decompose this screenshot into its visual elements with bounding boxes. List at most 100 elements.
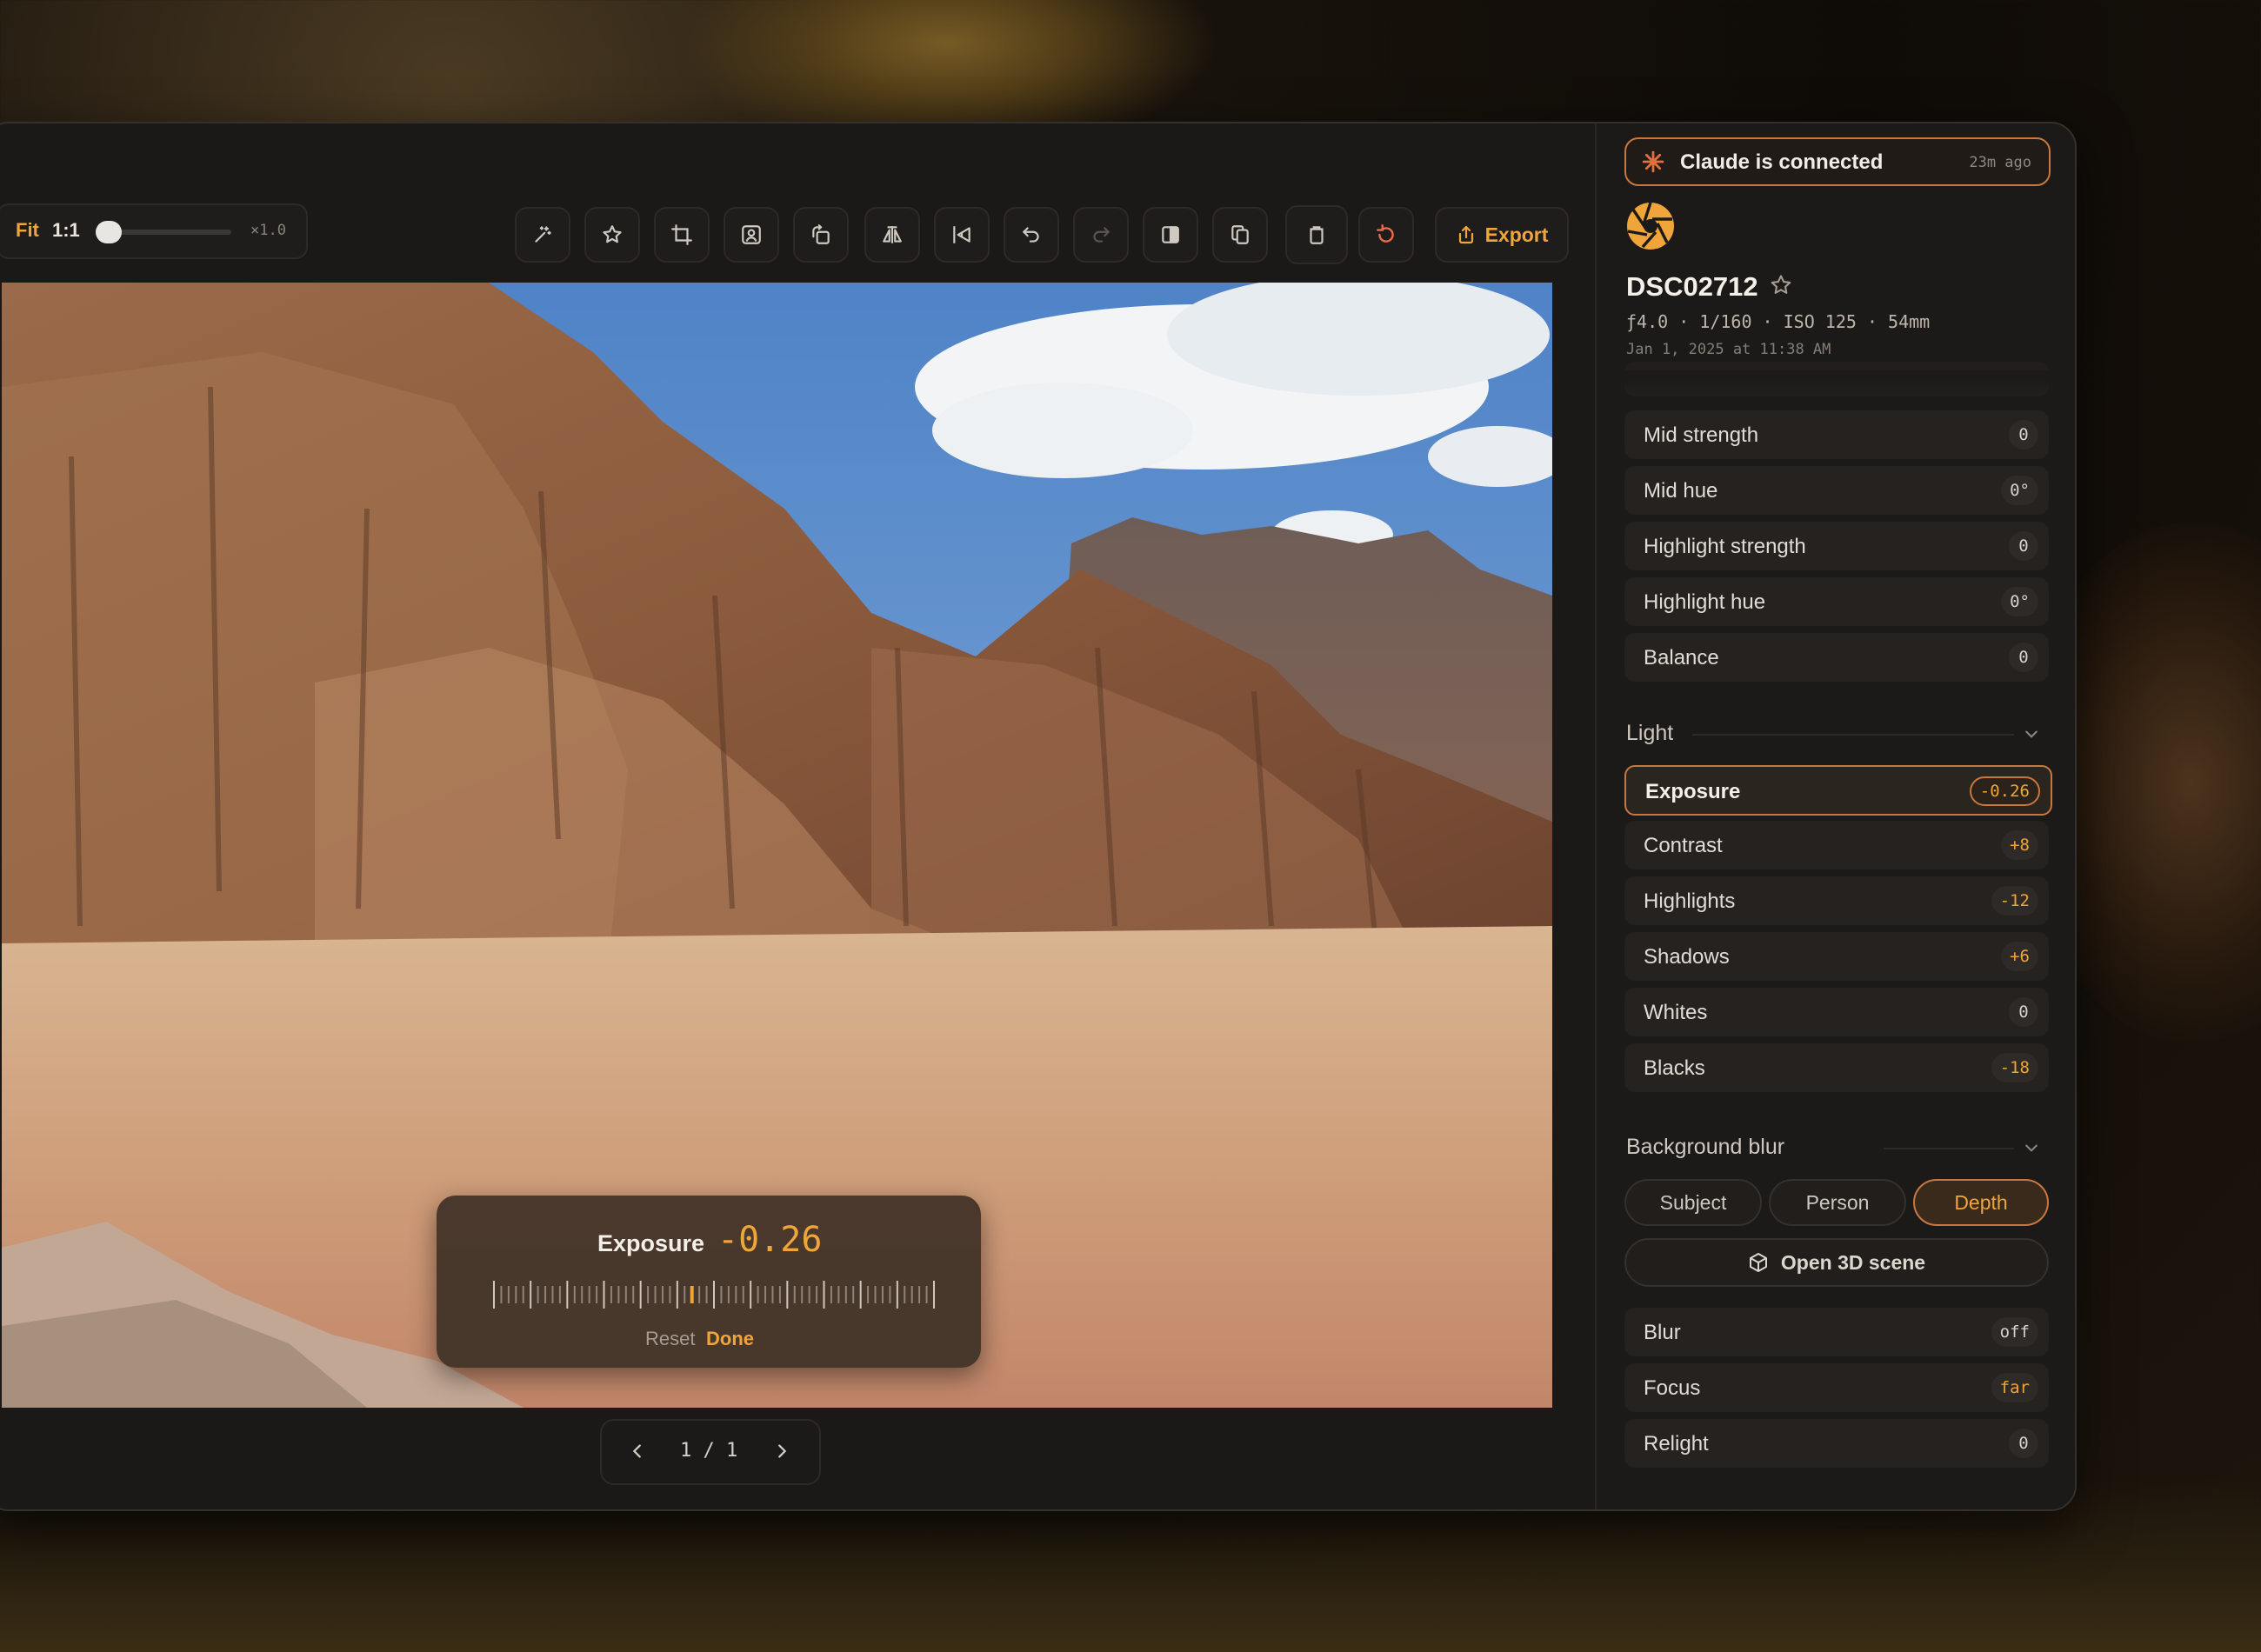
compare-button[interactable] bbox=[1143, 207, 1198, 263]
section-divider bbox=[1692, 734, 2014, 736]
magic-wand-icon bbox=[535, 226, 551, 243]
adjust-row-relight[interactable]: Relight 0 bbox=[1624, 1419, 2049, 1468]
section-title-background-blur[interactable]: Background blur bbox=[1626, 1135, 1784, 1160]
adjust-label: Highlight strength bbox=[1644, 535, 1806, 558]
next-image-button[interactable] bbox=[767, 1436, 797, 1466]
blur-mode-depth[interactable]: Depth bbox=[1913, 1179, 2049, 1226]
adjust-value[interactable]: -12 bbox=[1991, 886, 2038, 916]
flip-vertical-icon bbox=[953, 226, 970, 243]
adjust-label: Blacks bbox=[1644, 1056, 1705, 1080]
section-title-light[interactable]: Light bbox=[1626, 721, 1673, 746]
cube-icon bbox=[1749, 1253, 1767, 1272]
undo-button[interactable] bbox=[1004, 207, 1059, 263]
open-3d-scene-button[interactable]: Open 3D scene bbox=[1624, 1238, 2049, 1287]
adjust-label: Blur bbox=[1644, 1321, 1681, 1344]
reset-icon bbox=[1377, 223, 1394, 243]
flip-vertical-button[interactable] bbox=[934, 207, 990, 263]
page-indicator: 1 / 1 bbox=[680, 1440, 738, 1462]
exposure-done-button[interactable]: Done bbox=[706, 1328, 754, 1350]
adjust-row-mid-strength[interactable]: Mid strength 0 bbox=[1624, 410, 2049, 459]
exposure-scrub-ruler[interactable] bbox=[492, 1279, 936, 1310]
adjust-label: Balance bbox=[1644, 646, 1719, 669]
adjust-row-highlights[interactable]: Highlights -12 bbox=[1624, 876, 2049, 925]
adjust-value[interactable]: 0° bbox=[2001, 476, 2038, 505]
adjust-row-mid-hue[interactable]: Mid hue 0° bbox=[1624, 466, 2049, 515]
exposure-adjust-popup: Exposure -0.26 Reset Done bbox=[437, 1196, 981, 1368]
rotate-icon bbox=[812, 224, 830, 244]
exposure-reset-button[interactable]: Reset bbox=[645, 1328, 695, 1350]
previous-image-button[interactable] bbox=[623, 1436, 652, 1466]
blur-mode-subject[interactable]: Subject bbox=[1624, 1179, 1762, 1226]
claude-spark-icon bbox=[1642, 150, 1664, 173]
favorite-button[interactable] bbox=[584, 207, 640, 263]
adjust-label: Highlights bbox=[1644, 889, 1736, 913]
adjust-row-highlight-hue[interactable]: Highlight hue 0° bbox=[1624, 577, 2049, 626]
exposure-popup-label: Exposure bbox=[597, 1230, 705, 1256]
adjust-label: Highlight hue bbox=[1644, 590, 1766, 614]
flip-horizontal-button[interactable] bbox=[864, 207, 920, 263]
adjust-row-balance[interactable]: Balance 0 bbox=[1624, 633, 2049, 682]
adjust-label: Focus bbox=[1644, 1376, 1701, 1400]
adjust-row-contrast[interactable]: Contrast +8 bbox=[1624, 821, 2049, 869]
aperture-logo-icon bbox=[1627, 202, 1674, 250]
blur-mode-person[interactable]: Person bbox=[1769, 1179, 1906, 1226]
adjust-value[interactable]: 0° bbox=[2001, 587, 2038, 616]
adjust-value[interactable]: off bbox=[1991, 1317, 2038, 1347]
redo-icon bbox=[1093, 227, 1110, 243]
crop-icon bbox=[671, 224, 692, 245]
exif-summary: ƒ4.0 · 1/160 · ISO 125 · 54mm bbox=[1626, 311, 1931, 332]
adjust-row-blacks[interactable]: Blacks -18 bbox=[1624, 1043, 2049, 1092]
zoom-1to1-button[interactable]: 1:1 bbox=[52, 219, 80, 242]
delete-button[interactable] bbox=[1285, 205, 1348, 264]
rating-star-icon[interactable] bbox=[1769, 273, 1793, 297]
section-divider bbox=[1884, 1148, 2014, 1149]
portrait-button[interactable] bbox=[724, 207, 779, 263]
flip-horizontal-icon bbox=[883, 226, 902, 243]
adjust-value[interactable]: 0 bbox=[2009, 420, 2038, 450]
crop-button[interactable] bbox=[654, 207, 710, 263]
zoom-fit-button[interactable]: Fit bbox=[16, 219, 39, 242]
adjust-row-whites[interactable]: Whites 0 bbox=[1624, 988, 2049, 1036]
image-pager: 1 / 1 bbox=[600, 1419, 821, 1485]
rotate-button[interactable] bbox=[793, 207, 849, 263]
chevron-down-icon[interactable] bbox=[2023, 1139, 2040, 1156]
reset-all-button[interactable] bbox=[1358, 207, 1414, 263]
auto-enhance-button[interactable] bbox=[515, 207, 570, 263]
adjust-value[interactable]: 0 bbox=[2009, 1429, 2038, 1458]
scroll-fade bbox=[1624, 370, 2049, 393]
export-label: Export bbox=[1484, 223, 1549, 246]
chevron-down-icon[interactable] bbox=[2023, 725, 2040, 743]
export-button[interactable]: Export bbox=[1435, 207, 1569, 263]
adjust-row-exposure[interactable]: Exposure -0.26 bbox=[1624, 765, 2052, 816]
file-name: DSC02712 bbox=[1626, 271, 1758, 302]
adjust-value[interactable]: 0 bbox=[2009, 643, 2038, 672]
adjust-row-shadows[interactable]: Shadows +6 bbox=[1624, 932, 2049, 981]
adjust-value[interactable]: +6 bbox=[2001, 942, 2038, 971]
open-3d-scene-label: Open 3D scene bbox=[1780, 1250, 1926, 1274]
undo-icon bbox=[1022, 227, 1039, 243]
redo-button[interactable] bbox=[1073, 207, 1129, 263]
capture-date: Jan 1, 2025 at 11:38 AM bbox=[1626, 341, 1831, 358]
adjust-label: Exposure bbox=[1645, 780, 1741, 803]
adjust-value[interactable]: 0 bbox=[2009, 997, 2038, 1027]
adjust-label: Contrast bbox=[1644, 834, 1723, 857]
adjust-value[interactable]: +8 bbox=[2001, 830, 2038, 860]
adjust-row-focus[interactable]: Focus far bbox=[1624, 1363, 2049, 1412]
zoom-slider-handle[interactable] bbox=[96, 221, 122, 243]
adjust-row-blur[interactable]: Blur off bbox=[1624, 1308, 2049, 1356]
claude-status-banner[interactable]: Claude is connected 23m ago bbox=[1624, 137, 2051, 186]
claude-status-text: Claude is connected bbox=[1680, 150, 1884, 174]
adjust-value[interactable]: 0 bbox=[2009, 531, 2038, 561]
adjust-label: Whites bbox=[1644, 1001, 1708, 1024]
portrait-icon bbox=[742, 225, 761, 244]
export-icon bbox=[1458, 225, 1473, 244]
chevron-right-icon bbox=[778, 1444, 787, 1458]
delete-icon bbox=[1310, 226, 1324, 244]
adjust-row-highlight-strength[interactable]: Highlight strength 0 bbox=[1624, 522, 2049, 570]
adjust-value[interactable]: -0.26 bbox=[1969, 776, 2040, 806]
zoom-control: Fit 1:1 ×1.0 bbox=[0, 203, 308, 259]
copy-settings-button[interactable] bbox=[1212, 207, 1268, 263]
adjust-value[interactable]: far bbox=[1991, 1373, 2038, 1402]
adjust-label: Mid hue bbox=[1644, 479, 1718, 503]
adjust-value[interactable]: -18 bbox=[1991, 1053, 2038, 1082]
